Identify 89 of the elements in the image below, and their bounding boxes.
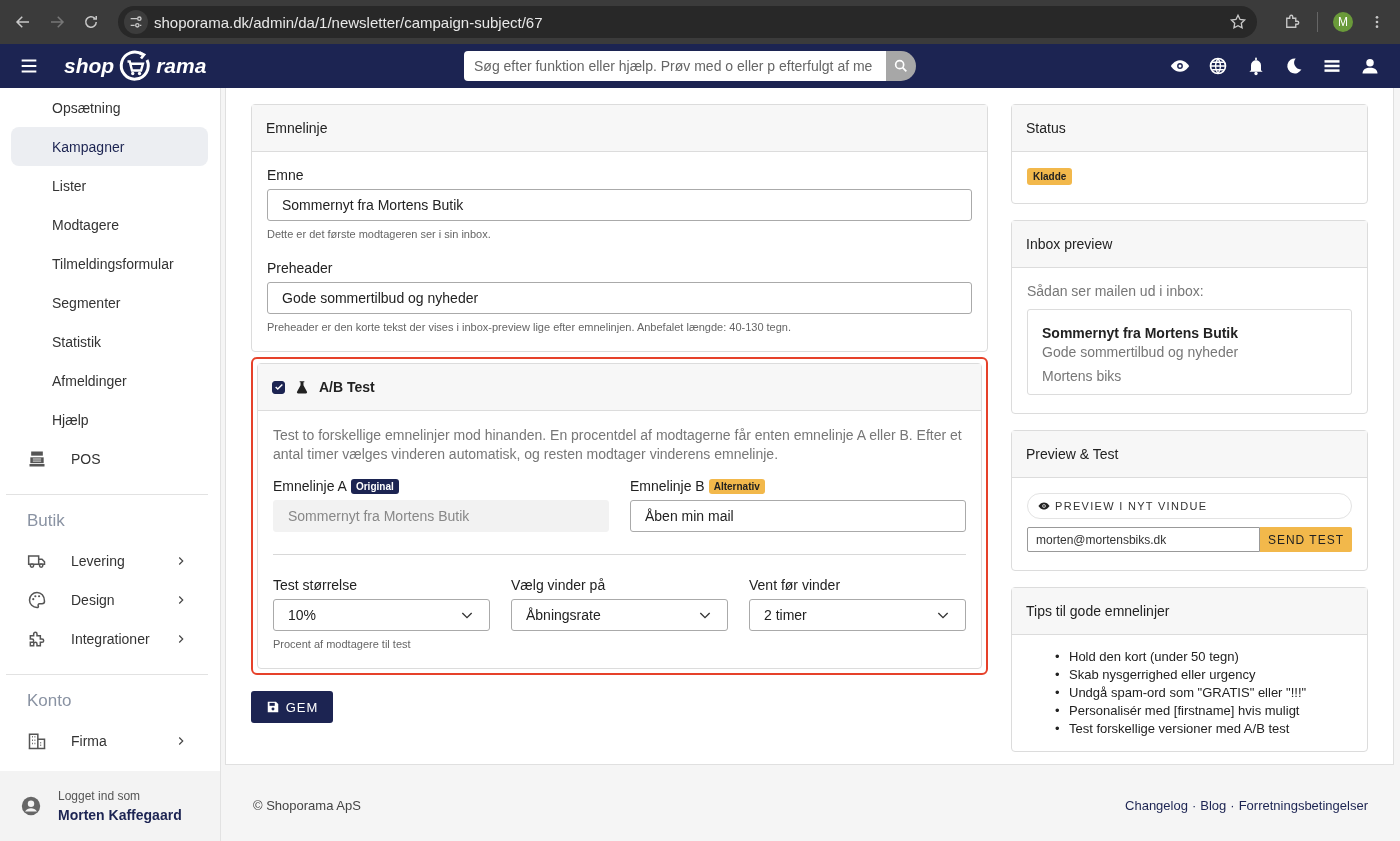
moon-icon[interactable] bbox=[1284, 56, 1304, 76]
sidebar-item[interactable]: POS bbox=[11, 439, 208, 478]
sidebar-item[interactable]: Integrationer bbox=[11, 619, 208, 658]
mail-preheader: Gode sommertilbud og nyheder bbox=[1042, 344, 1240, 360]
intro-text: Sådan ser mailen ud i inbox: bbox=[1027, 283, 1205, 299]
tip-item: Undgå spam-ord som "GRATIS" eller "!!!" bbox=[1069, 684, 1307, 702]
help-text: Dette er det første modtageren ser i sin inbox. bbox=[267, 228, 492, 240]
palette-icon bbox=[27, 589, 47, 610]
link-separator: · bbox=[1191, 798, 1197, 813]
reload-icon[interactable] bbox=[82, 13, 100, 31]
field-label: Emnelinje A bbox=[273, 478, 347, 494]
star-icon[interactable] bbox=[1229, 13, 1247, 31]
mail-sender: Mortens biks bbox=[1042, 368, 1123, 384]
help-text: Preheader er den korte tekst der vises i inbox-preview lige efter emnelinjen. Anbefalet længde: 40-130 tegn. bbox=[267, 321, 793, 333]
description-text: Test to forskellige emnelinjer mod hinanden. En procentdel af modtagerne får enten emnelinje A eller B. Efter et antal timer vælges vinderen automatisk, og resten modtager vinderens emnelinje. bbox=[273, 426, 963, 464]
puzzle-piece-icon[interactable] bbox=[1283, 13, 1301, 31]
search-icon bbox=[893, 58, 909, 74]
footer-link[interactable]: Changelog bbox=[1125, 798, 1188, 813]
back-arrow-icon[interactable] bbox=[14, 13, 32, 31]
variant-badge: Alternativ bbox=[708, 478, 765, 494]
input-field[interactable]: Sommernyt fra Mortens Butik bbox=[267, 189, 972, 221]
bullet: • bbox=[1055, 666, 1061, 684]
logo-text: rama bbox=[156, 54, 207, 78]
card-title: Tips til gode emnelinjer bbox=[1026, 603, 1170, 619]
field-label: Test størrelse bbox=[273, 577, 358, 593]
variant-badge: Original bbox=[350, 478, 399, 494]
input-field[interactable]: Åben min mail bbox=[630, 500, 966, 532]
status-badge: Kladde bbox=[1027, 168, 1073, 185]
email-field[interactable]: morten@mortensbiks.dk bbox=[1027, 527, 1260, 552]
footer-link[interactable]: Blog bbox=[1200, 798, 1227, 813]
checkbox[interactable] bbox=[272, 380, 285, 394]
sidebar-item[interactable]: Lister bbox=[11, 166, 208, 205]
user-caption: Logget ind som bbox=[58, 789, 142, 803]
user-name: Morten Kaffegaard bbox=[58, 807, 182, 823]
sidebar-item[interactable]: Hjælp bbox=[11, 400, 208, 439]
sidebar-item[interactable]: Levering bbox=[11, 541, 208, 580]
card-title: Emnelinje bbox=[266, 120, 328, 136]
field-label: Vælg vinder på bbox=[511, 577, 607, 593]
sidebar-item[interactable]: Opsætning bbox=[11, 88, 208, 127]
section-heading: Konto bbox=[26, 690, 73, 712]
card-title: A/B Test bbox=[319, 379, 375, 395]
search-field[interactable]: Søg efter funktion eller hjælp. Prøv med o eller p efterfulgt af me bbox=[464, 51, 886, 81]
card-title: Inbox preview bbox=[1026, 236, 1113, 252]
sidebar-item[interactable]: Statistik bbox=[11, 322, 208, 361]
card-title: Preview & Test bbox=[1026, 446, 1119, 462]
copyright-text: © Shoporama ApS bbox=[253, 798, 361, 813]
tip-item: Test forskellige versioner med A/B test bbox=[1069, 720, 1290, 738]
section-heading: Butik bbox=[26, 510, 66, 532]
flask-icon bbox=[295, 380, 309, 394]
input-field[interactable]: Gode sommertilbud og nyheder bbox=[267, 282, 972, 314]
send-test-button[interactable]: SEND TEST bbox=[1259, 527, 1352, 552]
field-label: Vent før vinder bbox=[749, 577, 842, 593]
site-settings-icon[interactable] bbox=[128, 14, 144, 30]
search-button[interactable] bbox=[886, 51, 916, 81]
eye-icon bbox=[1038, 500, 1050, 512]
bullet: • bbox=[1055, 648, 1061, 666]
tip-item: Personalisér med [firstname] hvis muligt bbox=[1069, 702, 1300, 720]
bullet: • bbox=[1055, 720, 1061, 738]
help-text: Procent af modtagere til test bbox=[273, 638, 412, 650]
select-field[interactable]: 2 timer bbox=[749, 599, 966, 631]
tip-item: Skab nysgerrighed eller urgency bbox=[1069, 666, 1256, 684]
field-label: Preheader bbox=[267, 260, 334, 276]
sidebar-item[interactable]: Design bbox=[11, 580, 208, 619]
sidebar-item[interactable]: Kampagner bbox=[11, 127, 208, 166]
select-field[interactable]: 10% bbox=[273, 599, 490, 631]
preview-button[interactable]: PREVIEW I NYT VINDUE bbox=[1027, 493, 1352, 519]
sidebar-item[interactable]: Afmeldinger bbox=[11, 361, 208, 400]
account-circle-icon bbox=[20, 795, 42, 817]
bullet: • bbox=[1055, 684, 1061, 702]
user-icon[interactable] bbox=[1360, 56, 1380, 76]
field-label: Emnelinje B bbox=[630, 478, 705, 494]
footer-link[interactable]: Forretningsbetingelser bbox=[1238, 798, 1368, 813]
card-title: Status bbox=[1026, 120, 1066, 136]
globe-icon[interactable] bbox=[1208, 56, 1228, 76]
sidebar-item[interactable]: Segmenter bbox=[11, 283, 208, 322]
input-field: Sommernyt fra Mortens Butik bbox=[273, 500, 609, 532]
save-button[interactable]: GEM bbox=[251, 691, 333, 723]
select-field[interactable]: Åbningsrate bbox=[511, 599, 728, 631]
link-separator: · bbox=[1230, 798, 1235, 813]
field-label: Emne bbox=[267, 167, 305, 183]
tip-item: Hold den kort (under 50 tegn) bbox=[1069, 648, 1239, 666]
checkmark-icon bbox=[273, 382, 284, 392]
forward-arrow-icon[interactable] bbox=[48, 13, 66, 31]
bullet: • bbox=[1055, 702, 1061, 720]
sidebar-item[interactable]: Firma bbox=[11, 721, 208, 760]
mail-subject: Sommernyt fra Mortens Butik bbox=[1042, 325, 1240, 341]
logo-text: shop bbox=[64, 54, 115, 78]
sidebar-item[interactable]: Tilmeldingsformular bbox=[11, 244, 208, 283]
sidebar-item[interactable]: Modtagere bbox=[11, 205, 208, 244]
